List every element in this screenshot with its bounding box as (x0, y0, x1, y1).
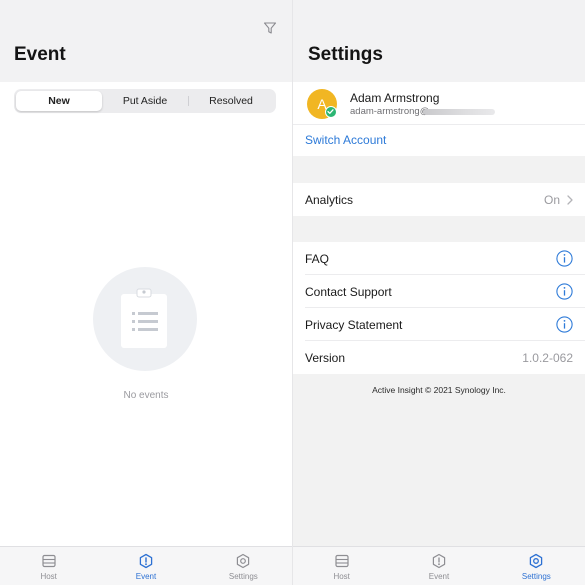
tab-bar: Host Event Settings (293, 546, 585, 585)
divider (293, 124, 585, 125)
settings-icon (237, 553, 250, 569)
account-email: adam-armstrong@ (350, 106, 430, 117)
tab-host[interactable]: Host (0, 547, 97, 585)
segment-put-aside[interactable]: Put Aside (102, 91, 188, 111)
privacy-statement-row[interactable]: Privacy Statement (293, 308, 585, 341)
tab-event[interactable]: Event (97, 547, 194, 585)
segment-new[interactable]: New (16, 91, 102, 111)
settings-screen: Settings A Adam Armstrong adam-armstrong… (293, 0, 585, 585)
tab-event[interactable]: Event (390, 547, 487, 585)
tab-bar: Host Event Settings (0, 546, 292, 585)
switch-account-link[interactable]: Switch Account (305, 133, 386, 147)
settings-header: Settings (293, 0, 585, 82)
info-icon[interactable] (556, 283, 573, 300)
tab-host[interactable]: Host (293, 547, 390, 585)
online-badge-icon (325, 106, 337, 118)
chevron-right-icon (567, 195, 573, 205)
empty-state-text: No events (123, 390, 169, 401)
event-header: Event (0, 0, 292, 82)
analytics-label: Analytics (305, 193, 354, 207)
page-title: Settings (308, 44, 383, 65)
tab-settings[interactable]: Settings (195, 547, 292, 585)
tab-settings-label: Settings (521, 572, 551, 581)
segment-resolved[interactable]: Resolved (188, 91, 274, 111)
event-screen: Event New Put Aside Resolved No events H… (0, 0, 292, 585)
tab-host-label: Host (40, 572, 57, 581)
analytics-row[interactable]: Analytics On (293, 183, 585, 216)
host-icon (335, 554, 349, 568)
account-section: A Adam Armstrong adam-armstrong@ Switch … (293, 82, 585, 156)
settings-icon (530, 553, 543, 569)
tab-event-label: Event (428, 572, 450, 581)
segmented-control: New Put Aside Resolved (14, 89, 276, 113)
tab-settings[interactable]: Settings (488, 547, 585, 585)
event-icon (139, 553, 153, 569)
faq-label: FAQ (305, 252, 330, 266)
info-icon[interactable] (556, 250, 573, 267)
info-icon[interactable] (556, 316, 573, 333)
empty-state-illustration (93, 267, 197, 371)
version-row: Version 1.0.2-062 (293, 341, 585, 374)
account-name: Adam Armstrong (350, 91, 440, 105)
analytics-value: On (543, 193, 560, 207)
contact-support-row[interactable]: Contact Support (293, 275, 585, 308)
tab-settings-label: Settings (228, 572, 258, 581)
copyright-footer: Active Insight © 2021 Synology Inc. (372, 385, 506, 395)
version-value: 1.0.2-062 (522, 351, 573, 365)
privacy-statement-label: Privacy Statement (305, 318, 403, 332)
faq-row[interactable]: FAQ (293, 242, 585, 275)
tab-host-label: Host (333, 572, 350, 581)
email-redaction (423, 109, 495, 115)
page-title: Event (14, 44, 66, 65)
contact-support-label: Contact Support (305, 285, 392, 299)
segment-bar: New Put Aside Resolved (0, 82, 292, 122)
version-label: Version (305, 351, 346, 365)
host-icon (42, 554, 56, 568)
event-icon (432, 553, 446, 569)
clipboard-icon (121, 288, 167, 348)
tab-event-label: Event (135, 572, 157, 581)
filter-icon[interactable] (262, 20, 278, 36)
